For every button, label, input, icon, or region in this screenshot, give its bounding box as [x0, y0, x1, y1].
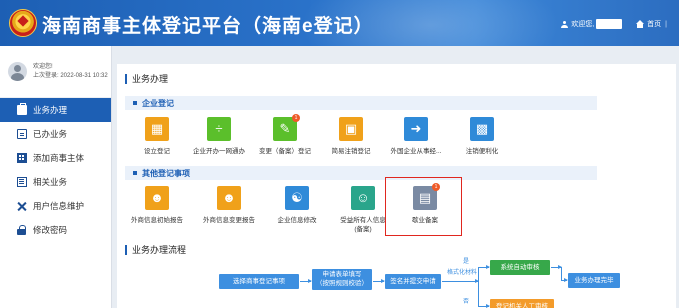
tile-label: 外商信息变更报告 [203, 217, 255, 224]
flow-step-sign: 签名并提交申请 [385, 274, 441, 289]
flow-merge-line [561, 267, 562, 281]
sidebar-item-label: 用户信息维护 [33, 201, 85, 211]
flow-arrow [561, 278, 568, 282]
export-icon: ➜ [404, 117, 428, 141]
user-profile: 欢迎您! 上次登录: 2022-08-31 10:32 [0, 46, 111, 98]
network-icon: ÷ [207, 117, 231, 141]
highlight-box [385, 177, 462, 236]
home-link[interactable]: 首页 [647, 19, 661, 29]
section-title-process: 业务办理流程 [125, 245, 186, 255]
tile-foreign-change-report[interactable]: ☻ 外商信息变更报告 [195, 186, 263, 225]
sidebar-item-add-entity[interactable]: 添加商事主体 [0, 146, 111, 170]
flow-step-done: 业务办理完毕 [568, 273, 620, 288]
flow-arrow [478, 304, 490, 308]
flow-note-yes: 是 [463, 259, 470, 265]
tools-icon [17, 201, 27, 211]
flow-step-auto-review: 系统自动审核 [490, 260, 550, 275]
enterprise-band: 企业登记 [125, 96, 597, 110]
top-header: 海南商事主体登记平台（海南e登记） 欢迎您, 首页 | [0, 0, 679, 46]
lock-icon [17, 225, 27, 235]
sidebar-item-password[interactable]: 修改密码 [0, 218, 111, 242]
sidebar-item-label: 相关业务 [33, 177, 68, 187]
sidebar-menu: 业务办理 已办业务 添加商事主体 相关业务 用户信息维护 修改密码 [0, 98, 111, 242]
tile-label: 简易注销登记 [331, 148, 371, 155]
header-divider: | [665, 20, 667, 28]
flow-branch-line [478, 267, 479, 307]
tile-change-registration[interactable]: ✎ 1 变更（备案）登记 [251, 114, 319, 156]
flow-step-manual-review: 登记机关人工审核 [490, 299, 554, 308]
sidebar-item-related[interactable]: 相关业务 [0, 170, 111, 194]
document-icon [17, 129, 27, 139]
sidebar-item-business[interactable]: 业务办理 [0, 98, 111, 122]
flow-note-no: 否 [463, 299, 470, 305]
notification-badge: 1 [292, 114, 300, 122]
profile-text: 欢迎您! 上次登录: 2022-08-31 10:32 [33, 63, 108, 81]
section-title-business: 业务办理 [125, 74, 168, 84]
tile-label: 外商信息初始报告 [131, 217, 183, 224]
beneficiary-icon: ☺ [351, 186, 375, 210]
user-icon [561, 20, 569, 28]
tile-simple-cancel[interactable]: ▣ 简易注销登记 [317, 117, 385, 156]
avatar [8, 62, 27, 81]
tile-label: 外国企业从事经... [390, 148, 442, 155]
user-area: 欢迎您, 首页 | [561, 17, 671, 31]
flow-step-fill-line1: 申请表单填写 [322, 271, 362, 278]
flow-arrow [373, 279, 385, 283]
tile-label: 设立登记 [144, 148, 170, 155]
form-icon: ▦ [145, 117, 169, 141]
tile-label: 变更（备案）登记 [259, 148, 311, 155]
flow-arrow [300, 279, 312, 283]
flow-arrow [478, 265, 490, 269]
sidebar-item-completed[interactable]: 已办业务 [0, 122, 111, 146]
briefcase-icon [17, 103, 27, 115]
sidebar-item-label: 修改密码 [33, 225, 68, 235]
flow-step-fill-line2: （按照规则校验） [316, 280, 368, 287]
other-band: 其他登记事项 [125, 166, 597, 180]
site-title: 海南商事主体登记平台（海南e登记） [42, 16, 374, 37]
welcome-text: 欢迎您, [571, 21, 595, 28]
flow-note-check: 格式化材料 [447, 270, 478, 276]
tile-label: 企业信息修改 [277, 217, 317, 224]
tile-one-stop[interactable]: ÷ 企业开办一网通办 [185, 117, 253, 156]
band-bullet [133, 171, 137, 175]
tile-establish[interactable]: ▦ 设立登记 [123, 117, 191, 156]
foreign-user-edit-icon: ☻ [217, 186, 241, 210]
building-icon [17, 153, 27, 163]
flow-step-select: 选择商事登记事项 [219, 274, 299, 289]
tile-label: 企业开办一网通办 [193, 148, 245, 155]
edit-icon: ✎ 1 [273, 114, 300, 141]
home-icon[interactable] [636, 20, 645, 28]
band-bullet [133, 101, 137, 105]
tile-cancel-facilitation[interactable]: ▩ 注销便利化 [448, 117, 516, 156]
tile-label: 注销便利化 [465, 148, 499, 155]
tile-foreign-enterprise[interactable]: ➜ 外国企业从事经... [382, 117, 450, 156]
sidebar: 欢迎您! 上次登录: 2022-08-31 10:32 业务办理 已办业务 添加… [0, 46, 112, 308]
foreign-user-icon: ☻ [145, 186, 169, 210]
other-title: 其他登记事项 [142, 168, 190, 178]
stamp-icon: ▩ [470, 117, 494, 141]
greeting: 欢迎您! [33, 63, 53, 70]
tile-foreign-initial-report[interactable]: ☻ 外商信息初始报告 [123, 186, 191, 225]
main-panel: 业务办理 企业登记 ▦ 设立登记 ÷ 企业开办一网通办 ✎ 1 变更（备案）登记… [117, 64, 676, 308]
flow-arrow [551, 265, 562, 269]
cancel-icon: ▣ [339, 117, 363, 141]
emblem-icon [9, 9, 37, 37]
last-login: 上次登录: 2022-08-31 10:32 [33, 72, 108, 79]
sidebar-item-label: 添加商事主体 [33, 153, 85, 163]
sidebar-item-user-info[interactable]: 用户信息维护 [0, 194, 111, 218]
masked-username[interactable] [596, 19, 623, 29]
sidebar-item-label: 已办业务 [33, 129, 68, 139]
flow-arrow [442, 279, 479, 283]
enterprise-title: 企业登记 [142, 98, 174, 108]
flow-step-fill: 申请表单填写 （按照规则校验） [312, 269, 372, 290]
tile-enterprise-info-edit[interactable]: ☯ 企业信息修改 [263, 186, 331, 225]
user-edit-icon: ☯ [285, 186, 309, 210]
list-icon [17, 177, 27, 187]
sidebar-item-label: 业务办理 [33, 105, 68, 115]
